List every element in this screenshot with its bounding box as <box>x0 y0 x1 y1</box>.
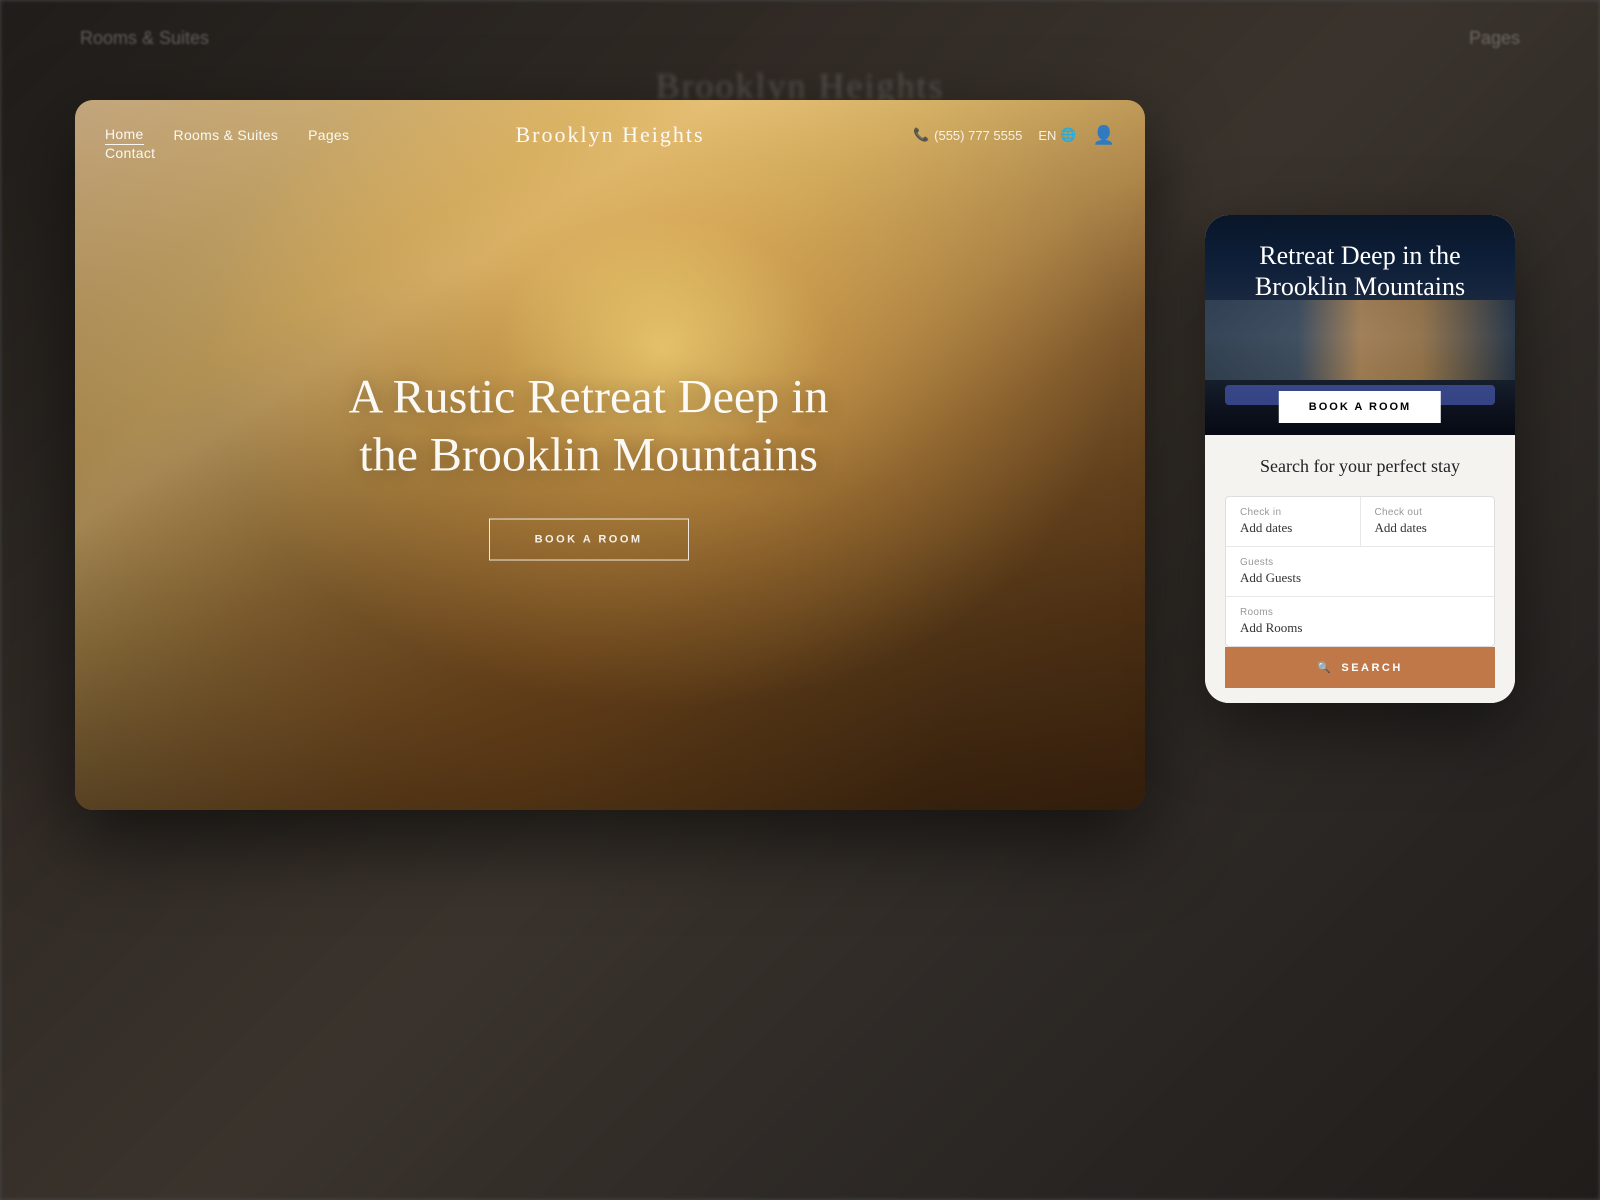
rooms-value: Add Rooms <box>1240 620 1480 636</box>
background-nav: Rooms & Suites Pages <box>0 28 1600 49</box>
guests-label: Guests <box>1240 557 1480 568</box>
navigation: Home Rooms & Suites Pages Brooklyn Heigh… <box>75 100 1145 170</box>
lang-label: EN <box>1038 128 1056 143</box>
dates-row: Check in Add dates Check out Add dates <box>1226 497 1494 547</box>
phone-icon: 📞 <box>913 127 929 143</box>
mobile-card: Retreat Deep in the Brooklin Mountains B… <box>1205 215 1515 703</box>
mobile-body: Search for your perfect stay Check in Ad… <box>1205 435 1515 703</box>
search-icon: 🔍 <box>1317 661 1333 674</box>
nav-item-home[interactable]: Home <box>105 126 144 145</box>
rooms-field[interactable]: Rooms Add Rooms <box>1226 597 1494 646</box>
hero-title: A Rustic Retreat Deep in the Brooklin Mo… <box>329 369 849 484</box>
bg-nav-pages: Pages <box>1469 28 1520 49</box>
user-icon[interactable]: 👤 <box>1093 125 1115 146</box>
nav-item-contact[interactable]: Contact <box>105 145 155 161</box>
mobile-building-decoration <box>1205 300 1515 380</box>
mobile-hero: Retreat Deep in the Brooklin Mountains B… <box>1205 215 1515 435</box>
checkin-field[interactable]: Check in Add dates <box>1226 497 1361 546</box>
mobile-book-button[interactable]: BOOK A ROOM <box>1279 391 1441 423</box>
nav-left: Home Rooms & Suites Pages <box>105 126 913 145</box>
rooms-label: Rooms <box>1240 607 1480 618</box>
nav-item-rooms[interactable]: Rooms & Suites <box>174 127 279 143</box>
checkin-value: Add dates <box>1240 520 1346 536</box>
book-room-button[interactable]: BOOK A ROOM <box>489 519 689 561</box>
nav-item-pages[interactable]: Pages <box>308 127 349 143</box>
nav-phone: 📞 (555) 777 5555 <box>913 127 1022 143</box>
nav-language[interactable]: EN 🌐 <box>1038 127 1076 143</box>
phone-number: (555) 777 5555 <box>934 128 1022 143</box>
nav-contact: Contact <box>105 145 155 163</box>
guests-value: Add Guests <box>1240 570 1480 586</box>
search-label: SEARCH <box>1341 662 1402 674</box>
search-form: Check in Add dates Check out Add dates G… <box>1225 496 1495 647</box>
checkin-label: Check in <box>1240 507 1346 518</box>
bg-nav-rooms: Rooms & Suites <box>80 28 209 49</box>
hero-content: A Rustic Retreat Deep in the Brooklin Mo… <box>329 369 849 561</box>
browser-window: Home Rooms & Suites Pages Brooklyn Heigh… <box>75 100 1145 810</box>
checkout-value: Add dates <box>1375 520 1481 536</box>
checkout-label: Check out <box>1375 507 1481 518</box>
globe-icon: 🌐 <box>1060 127 1076 143</box>
mobile-hero-title: Retreat Deep in the Brooklin Mountains <box>1225 240 1495 302</box>
site-brand: Brooklyn Heights <box>515 122 704 148</box>
guests-field[interactable]: Guests Add Guests <box>1226 547 1494 597</box>
checkout-field[interactable]: Check out Add dates <box>1361 497 1495 546</box>
search-title: Search for your perfect stay <box>1225 455 1495 478</box>
search-button[interactable]: 🔍 SEARCH <box>1225 647 1495 688</box>
nav-right: 📞 (555) 777 5555 EN 🌐 👤 <box>913 125 1115 146</box>
